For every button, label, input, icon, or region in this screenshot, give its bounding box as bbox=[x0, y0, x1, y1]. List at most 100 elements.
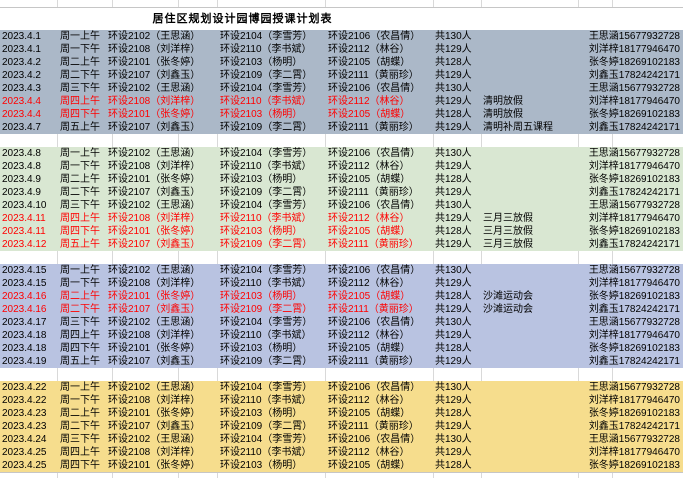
class-cell-1[interactable]: 环设2101（张冬婷） bbox=[106, 342, 218, 355]
class-cell-2[interactable]: 环设2104（李雪芳） bbox=[218, 264, 326, 277]
class-cell-2[interactable]: 环设2109（李二霄） bbox=[218, 303, 326, 316]
note-cell[interactable] bbox=[481, 316, 578, 329]
class-cell-2[interactable]: 环设2110（李书斌） bbox=[218, 394, 326, 407]
note-cell[interactable] bbox=[481, 446, 578, 459]
count-cell[interactable]: 共130人 bbox=[433, 433, 481, 446]
class-cell-1[interactable]: 环设2108（刘洋梓） bbox=[106, 95, 218, 108]
class-cell-1[interactable]: 环设2102（王思涵） bbox=[106, 30, 218, 43]
note-cell[interactable] bbox=[481, 277, 578, 290]
contact-cell[interactable]: 张冬婷18269102183 bbox=[578, 342, 683, 355]
slot-cell[interactable]: 周三下午 bbox=[58, 316, 106, 329]
date-cell[interactable]: 2023.4.22 bbox=[0, 394, 58, 407]
count-cell[interactable]: 共130人 bbox=[433, 264, 481, 277]
class-cell-3[interactable]: 环设2106（农昌倩） bbox=[326, 82, 433, 95]
count-cell[interactable]: 共129人 bbox=[433, 43, 481, 56]
slot-cell[interactable]: 周五上午 bbox=[58, 121, 106, 134]
contact-cell[interactable]: 王思涵15677932728 bbox=[578, 82, 683, 95]
class-cell-3[interactable]: 环设2112（林谷） bbox=[326, 43, 433, 56]
count-cell[interactable]: 共130人 bbox=[433, 316, 481, 329]
contact-cell[interactable]: 王思涵15677932728 bbox=[578, 316, 683, 329]
class-cell-3[interactable]: 环设2105（胡蝶） bbox=[326, 108, 433, 121]
date-cell[interactable]: 2023.4.2 bbox=[0, 56, 58, 69]
class-cell-1[interactable]: 环设2102（王思涵） bbox=[106, 316, 218, 329]
class-cell-1[interactable]: 环设2101（张冬婷） bbox=[106, 108, 218, 121]
class-cell-3[interactable]: 环设2112（林谷） bbox=[326, 160, 433, 173]
class-cell-2[interactable]: 环设2110（李书斌） bbox=[218, 95, 326, 108]
class-cell-3[interactable]: 环设2105（胡蝶） bbox=[326, 459, 433, 472]
class-cell-3[interactable]: 环设2112（林谷） bbox=[326, 446, 433, 459]
class-cell-2[interactable]: 环设2109（李二霄） bbox=[218, 186, 326, 199]
note-cell[interactable] bbox=[481, 56, 578, 69]
date-cell[interactable]: 2023.4.24 bbox=[0, 433, 58, 446]
note-cell[interactable] bbox=[481, 173, 578, 186]
class-cell-1[interactable]: 环设2107（刘鑫玉） bbox=[106, 238, 218, 251]
note-cell[interactable] bbox=[481, 147, 578, 160]
contact-cell[interactable]: 王思涵15677932728 bbox=[578, 199, 683, 212]
date-cell[interactable]: 2023.4.7 bbox=[0, 121, 58, 134]
contact-cell[interactable]: 刘鑫玉17824242171 bbox=[578, 121, 683, 134]
class-cell-2[interactable]: 环设2104（李雪芳） bbox=[218, 30, 326, 43]
count-cell[interactable]: 共129人 bbox=[433, 160, 481, 173]
class-cell-3[interactable]: 环设2105（胡蝶） bbox=[326, 56, 433, 69]
date-cell[interactable]: 2023.4.8 bbox=[0, 160, 58, 173]
contact-cell[interactable]: 刘鑫玉17824242171 bbox=[578, 238, 683, 251]
note-cell[interactable]: 清明放假 bbox=[481, 108, 578, 121]
contact-cell[interactable]: 王思涵15677932728 bbox=[578, 433, 683, 446]
date-cell[interactable]: 2023.4.10 bbox=[0, 199, 58, 212]
class-cell-1[interactable]: 环设2102（王思涵） bbox=[106, 264, 218, 277]
contact-cell[interactable]: 刘鑫玉17824242171 bbox=[578, 303, 683, 316]
date-cell[interactable]: 2023.4.3 bbox=[0, 82, 58, 95]
slot-cell[interactable]: 周四下午 bbox=[58, 225, 106, 238]
class-cell-2[interactable]: 环设2104（李雪芳） bbox=[218, 433, 326, 446]
class-cell-1[interactable]: 环设2102（王思涵） bbox=[106, 147, 218, 160]
class-cell-2[interactable]: 环设2103（杨明） bbox=[218, 290, 326, 303]
slot-cell[interactable]: 周四下午 bbox=[58, 459, 106, 472]
note-cell[interactable] bbox=[481, 329, 578, 342]
class-cell-1[interactable]: 环设2102（王思涵） bbox=[106, 199, 218, 212]
class-cell-3[interactable]: 环设2112（林谷） bbox=[326, 277, 433, 290]
slot-cell[interactable]: 周四上午 bbox=[58, 446, 106, 459]
class-cell-2[interactable]: 环设2103（杨明） bbox=[218, 342, 326, 355]
class-cell-1[interactable]: 环设2101（张冬婷） bbox=[106, 290, 218, 303]
class-cell-2[interactable]: 环设2104（李雪芳） bbox=[218, 316, 326, 329]
contact-cell[interactable]: 张冬婷18269102183 bbox=[578, 290, 683, 303]
class-cell-1[interactable]: 环设2101（张冬婷） bbox=[106, 173, 218, 186]
class-cell-2[interactable]: 环设2104（李雪芳） bbox=[218, 199, 326, 212]
class-cell-1[interactable]: 环设2107（刘鑫玉） bbox=[106, 420, 218, 433]
class-cell-1[interactable]: 环设2101（张冬婷） bbox=[106, 225, 218, 238]
class-cell-1[interactable]: 环设2102（王思涵） bbox=[106, 82, 218, 95]
slot-cell[interactable]: 周二下午 bbox=[58, 420, 106, 433]
note-cell[interactable] bbox=[481, 264, 578, 277]
class-cell-1[interactable]: 环设2108（刘洋梓） bbox=[106, 329, 218, 342]
slot-cell[interactable]: 周四上午 bbox=[58, 95, 106, 108]
note-cell[interactable]: 三月三放假 bbox=[481, 238, 578, 251]
slot-cell[interactable]: 周三下午 bbox=[58, 433, 106, 446]
slot-cell[interactable]: 周四下午 bbox=[58, 342, 106, 355]
note-cell[interactable] bbox=[481, 355, 578, 368]
date-cell[interactable]: 2023.4.4 bbox=[0, 95, 58, 108]
class-cell-2[interactable]: 环设2103（杨明） bbox=[218, 459, 326, 472]
date-cell[interactable]: 2023.4.9 bbox=[0, 186, 58, 199]
class-cell-2[interactable]: 环设2103（杨明） bbox=[218, 108, 326, 121]
date-cell[interactable]: 2023.4.18 bbox=[0, 329, 58, 342]
class-cell-1[interactable]: 环设2107（刘鑫玉） bbox=[106, 303, 218, 316]
class-cell-2[interactable]: 环设2104（李雪芳） bbox=[218, 82, 326, 95]
class-cell-2[interactable]: 环设2103（杨明） bbox=[218, 56, 326, 69]
contact-cell[interactable]: 张冬婷18269102183 bbox=[578, 108, 683, 121]
contact-cell[interactable]: 刘洋梓18177946470 bbox=[578, 446, 683, 459]
slot-cell[interactable]: 周三下午 bbox=[58, 82, 106, 95]
class-cell-3[interactable]: 环设2112（林谷） bbox=[326, 95, 433, 108]
note-cell[interactable] bbox=[481, 407, 578, 420]
slot-cell[interactable]: 周二下午 bbox=[58, 303, 106, 316]
slot-cell[interactable]: 周三下午 bbox=[58, 199, 106, 212]
class-cell-1[interactable]: 环设2101（张冬婷） bbox=[106, 407, 218, 420]
count-cell[interactable]: 共129人 bbox=[433, 95, 481, 108]
count-cell[interactable]: 共130人 bbox=[433, 30, 481, 43]
contact-cell[interactable]: 刘鑫玉17824242171 bbox=[578, 186, 683, 199]
note-cell[interactable]: 清明放假 bbox=[481, 95, 578, 108]
date-cell[interactable]: 2023.4.9 bbox=[0, 173, 58, 186]
class-cell-1[interactable]: 环设2107（刘鑫玉） bbox=[106, 69, 218, 82]
class-cell-2[interactable]: 环设2110（李书斌） bbox=[218, 160, 326, 173]
contact-cell[interactable]: 刘洋梓18177946470 bbox=[578, 95, 683, 108]
date-cell[interactable]: 2023.4.12 bbox=[0, 238, 58, 251]
